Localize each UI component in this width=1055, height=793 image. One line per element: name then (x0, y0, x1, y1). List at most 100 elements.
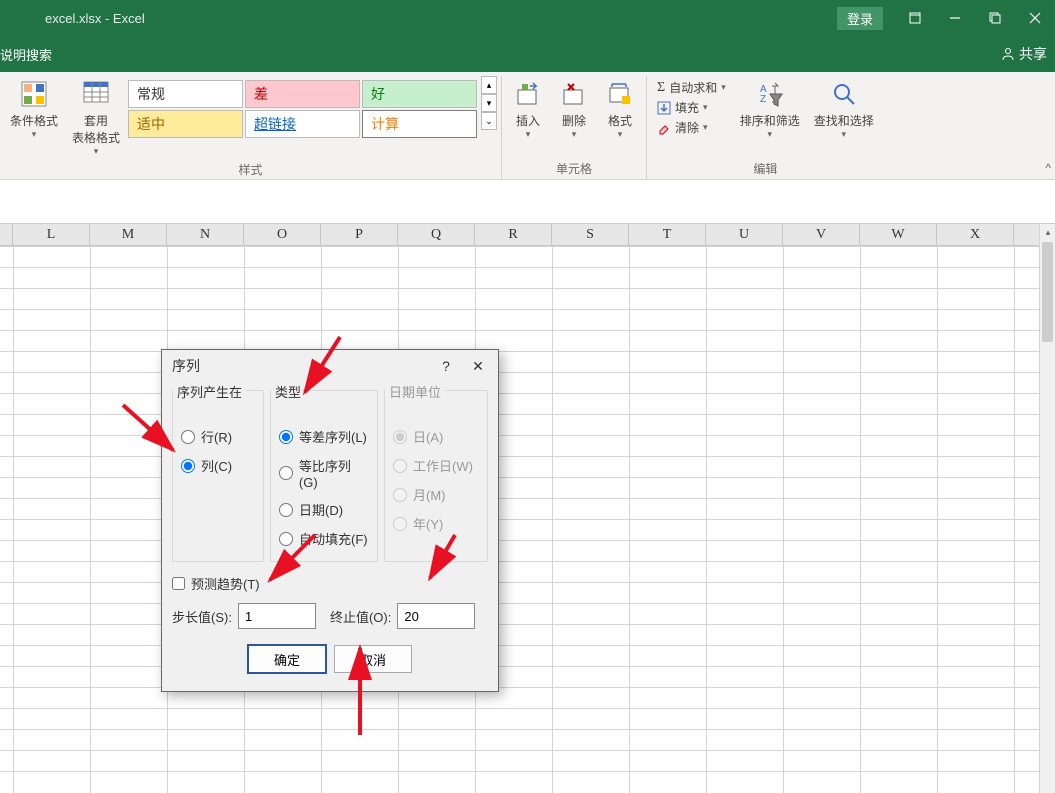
vertical-scrollbar[interactable]: ▴ (1039, 224, 1055, 793)
delete-cells-icon (558, 78, 590, 110)
dropdown-arrow-icon: ▾ (841, 129, 846, 140)
conditional-format-button[interactable]: 条件格式 ▾ (4, 76, 64, 142)
radio-autofill[interactable]: 自动填充(F) (279, 524, 369, 553)
fill-button[interactable]: 填充 ▾ (653, 98, 730, 117)
cell-styles-gallery[interactable]: 常规 差 好 适中 超链接 计算 ▴ ▾ ⌄ (128, 76, 497, 142)
svg-text:Z: Z (760, 94, 766, 105)
scroll-up-icon[interactable]: ▴ (1040, 224, 1055, 240)
col-header[interactable]: S (552, 224, 629, 245)
ribbon-display-icon[interactable] (895, 0, 935, 36)
dropdown-arrow-icon: ▾ (703, 122, 708, 133)
gallery-scroll-up[interactable]: ▴ (481, 76, 497, 94)
group-label-editing: 编辑 (753, 158, 777, 177)
col-header[interactable]: N (167, 224, 244, 245)
step-label: 步长值(S): (172, 607, 232, 626)
dropdown-arrow-icon: ▾ (767, 129, 772, 140)
titlebar: excel.xlsx - Excel 登录 (0, 0, 1055, 36)
trend-checkbox-row[interactable]: 预测趋势(T) (172, 568, 488, 603)
style-calc[interactable]: 计算 (362, 110, 477, 138)
dialog-titlebar[interactable]: 序列 ? ✕ (162, 350, 498, 382)
stop-input[interactable] (397, 603, 475, 629)
gallery-scroll-down[interactable]: ▾ (481, 94, 497, 112)
trend-checkbox[interactable] (172, 577, 185, 590)
style-bad[interactable]: 差 (245, 80, 360, 108)
col-header[interactable]: R (475, 224, 552, 245)
maximize-icon[interactable] (975, 0, 1015, 36)
sort-filter-button[interactable]: AZ 排序和筛选 ▾ (734, 76, 806, 142)
col-header[interactable]: T (629, 224, 706, 245)
row-header-corner[interactable] (0, 224, 13, 245)
col-header[interactable]: M (90, 224, 167, 245)
col-header[interactable]: U (706, 224, 783, 245)
stop-label: 终止值(O): (330, 607, 391, 626)
ribbon-group-styles: 条件格式 ▾ 套用 表格格式 ▾ 常规 差 好 适中 超链接 计算 ▴ (0, 76, 502, 179)
login-button[interactable]: 登录 (837, 7, 883, 30)
spreadsheet-grid[interactable]: L M N O P Q R S T U V W X ▴ (0, 224, 1055, 793)
dialog-close-icon[interactable]: ✕ (468, 356, 488, 376)
radio-weekday: 工作日(W) (393, 451, 479, 480)
dropdown-arrow-icon: ▾ (721, 82, 726, 93)
radio-linear[interactable]: 等差序列(L) (279, 422, 369, 451)
grid-body[interactable] (0, 246, 1055, 793)
conditional-format-icon (18, 78, 50, 110)
col-header[interactable]: O (244, 224, 321, 245)
col-header[interactable]: X (937, 224, 1014, 245)
ribbon: 条件格式 ▾ 套用 表格格式 ▾ 常规 差 好 适中 超链接 计算 ▴ (0, 72, 1055, 180)
dialog-help-icon[interactable]: ? (436, 356, 456, 376)
col-header[interactable]: L (13, 224, 90, 245)
ribbon-group-cells: 插入 ▾ 删除 ▾ 格式 ▾ 单元格 (502, 76, 647, 179)
insert-button[interactable]: 插入 ▾ (506, 76, 550, 142)
formula-bar[interactable] (0, 180, 1055, 224)
step-input[interactable] (238, 603, 316, 629)
col-header[interactable]: Q (398, 224, 475, 245)
titlebar-controls: 登录 (837, 0, 1055, 36)
eraser-icon (657, 121, 671, 135)
col-header[interactable]: W (860, 224, 937, 245)
radio-date[interactable]: 日期(D) (279, 495, 369, 524)
window-title: excel.xlsx - Excel (45, 11, 145, 26)
radio-rows[interactable]: 行(R) (181, 422, 255, 451)
collapse-ribbon-icon[interactable]: ^ (1045, 161, 1051, 175)
insert-cells-icon (512, 78, 544, 110)
ok-button[interactable]: 确定 (248, 645, 326, 673)
legend-series-in: 序列产生在 (173, 382, 246, 401)
find-icon (828, 78, 860, 110)
radio-month: 月(M) (393, 480, 479, 509)
sigma-icon: Σ (657, 80, 665, 96)
tell-me-search[interactable]: 说明搜索 (0, 45, 52, 64)
fieldset-type: 类型 等差序列(L) 等比序列(G) 日期(D) 自动填充(F) (270, 390, 378, 562)
radio-columns[interactable]: 列(C) (181, 451, 255, 480)
col-header[interactable]: V (783, 224, 860, 245)
menubar: 说明搜索 共享 (0, 36, 1055, 72)
style-normal[interactable]: 常规 (128, 80, 243, 108)
series-dialog: 序列 ? ✕ 序列产生在 行(R) 列(C) 类型 等差序列(L) 等比序列(G… (161, 349, 499, 692)
minimize-icon[interactable] (935, 0, 975, 36)
style-neutral[interactable]: 适中 (128, 110, 243, 138)
style-link[interactable]: 超链接 (245, 110, 360, 138)
cancel-button[interactable]: 取消 (334, 645, 412, 673)
appname: Excel (113, 11, 145, 26)
col-header[interactable]: P (321, 224, 398, 245)
close-icon[interactable] (1015, 0, 1055, 36)
radio-growth[interactable]: 等比序列(G) (279, 451, 369, 495)
gallery-expand[interactable]: ⌄ (481, 112, 497, 130)
dropdown-arrow-icon: ▾ (703, 102, 708, 113)
format-button[interactable]: 格式 ▾ (598, 76, 642, 142)
share-button[interactable]: 共享 (1001, 44, 1047, 64)
style-good[interactable]: 好 (362, 80, 477, 108)
autosum-button[interactable]: Σ 自动求和 ▾ (653, 78, 730, 97)
table-format-button[interactable]: 套用 表格格式 ▾ (66, 76, 126, 159)
legend-type: 类型 (271, 382, 305, 401)
group-label-cells: 单元格 (556, 158, 592, 177)
delete-button[interactable]: 删除 ▾ (552, 76, 596, 142)
clear-button[interactable]: 清除 ▾ (653, 118, 730, 137)
scrollbar-thumb[interactable] (1042, 242, 1053, 342)
dropdown-arrow-icon: ▾ (94, 146, 99, 157)
group-label-styles: 样式 (239, 159, 263, 178)
trend-label: 预测趋势(T) (191, 574, 260, 593)
sort-filter-icon: AZ (754, 78, 786, 110)
column-headers: L M N O P Q R S T U V W X (0, 224, 1055, 246)
find-select-button[interactable]: 查找和选择 ▾ (808, 76, 880, 142)
fieldset-series-in: 序列产生在 行(R) 列(C) (172, 390, 264, 562)
filename: excel.xlsx (45, 11, 101, 26)
